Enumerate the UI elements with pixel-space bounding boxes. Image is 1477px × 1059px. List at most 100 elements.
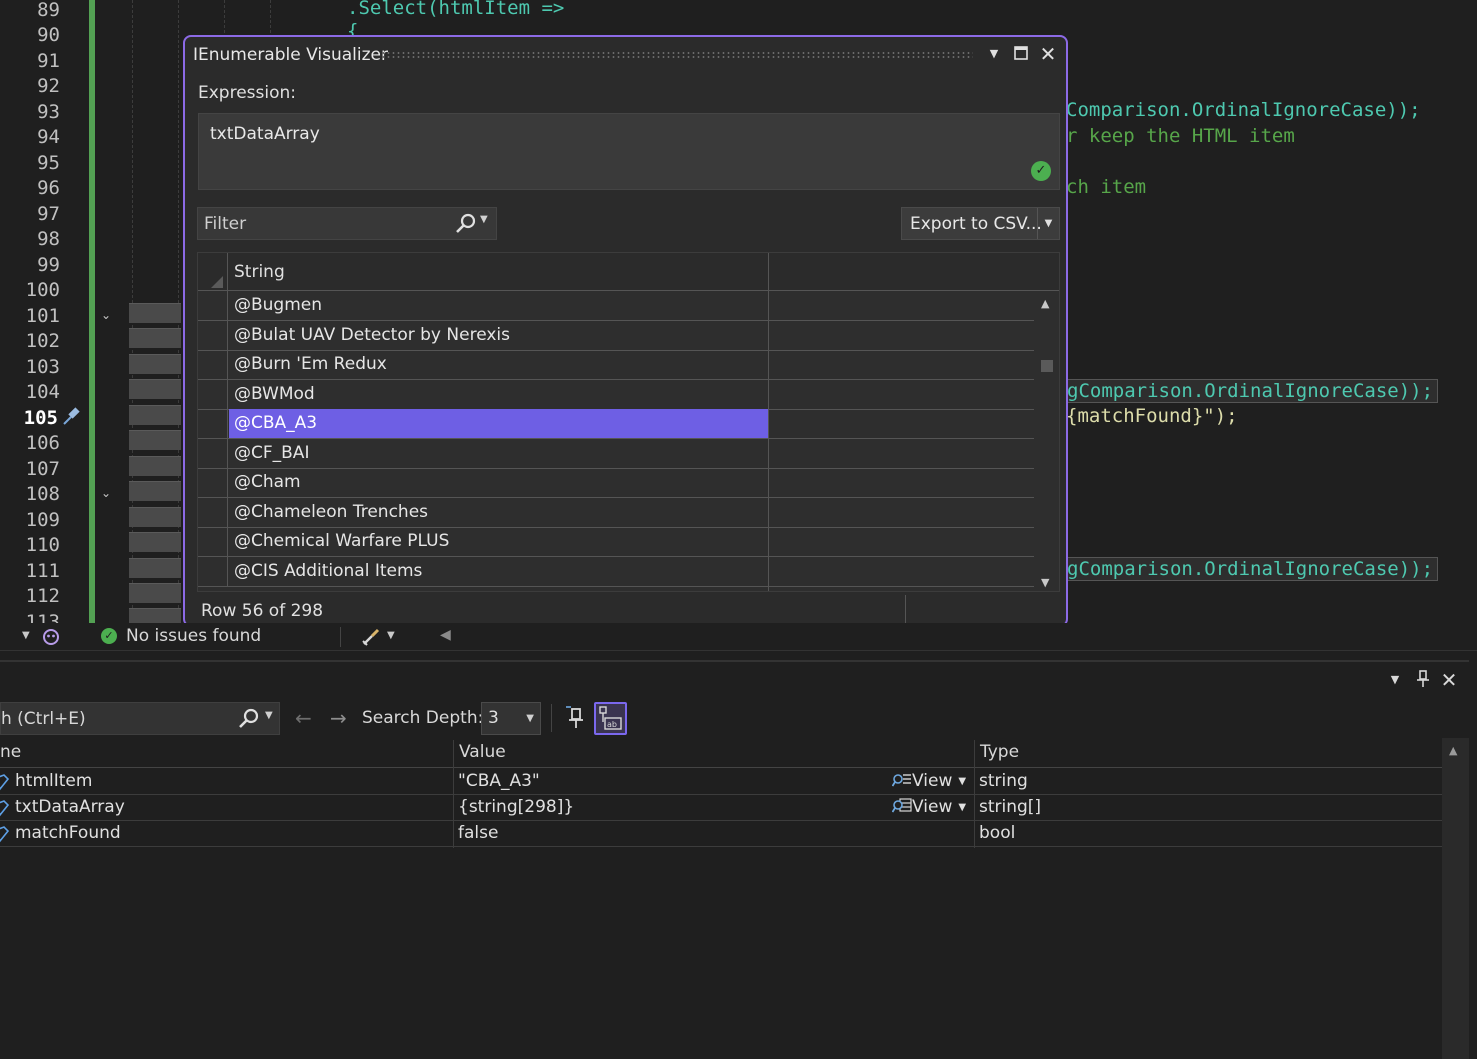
close-icon[interactable]: ✕	[1036, 41, 1060, 67]
search-icon[interactable]	[237, 707, 261, 731]
row-header[interactable]	[198, 291, 228, 320]
cell-value: @CF_BAI	[234, 443, 310, 463]
variable-value[interactable]: "CBA_A3"	[458, 771, 540, 791]
row-header[interactable]	[198, 321, 228, 350]
code-block-marker	[129, 583, 181, 603]
column-header-value[interactable]: Value	[459, 742, 506, 762]
hex-display-toggle-button[interactable]: ab	[594, 702, 627, 735]
chevron-down-icon[interactable]: ⌄	[99, 308, 113, 322]
code-line-111: gComparison.OrdinalIgnoreCase));	[1062, 557, 1439, 581]
copilot-icon[interactable]	[40, 626, 62, 648]
export-to-csv-button[interactable]: Export to CSV... ▼	[901, 207, 1060, 240]
row-header[interactable]	[198, 527, 228, 556]
chevron-down-icon[interactable]: ▼	[1037, 208, 1059, 239]
row-header[interactable]	[198, 409, 228, 438]
expression-value: txtDataArray	[210, 124, 320, 144]
line-number: 97	[37, 203, 60, 225]
table-row[interactable]: @Chameleon Trenches	[198, 498, 1034, 528]
table-row[interactable]: matchFound false bool	[0, 821, 1442, 847]
pin-breakpoint-icon[interactable]	[61, 405, 83, 427]
scroll-left-icon[interactable]: ◀	[440, 627, 451, 643]
table-row[interactable]: @Chemical Warfare PLUS	[198, 527, 1034, 557]
filter-input[interactable]	[204, 212, 444, 236]
issues-status[interactable]: No issues found	[126, 626, 261, 646]
code-block-marker	[129, 405, 181, 425]
code-block-marker	[129, 303, 181, 323]
line-number: 91	[37, 50, 60, 72]
table-row-selected[interactable]: @CBA_A3	[198, 409, 1034, 439]
code-line-105: {matchFound}");	[1066, 405, 1238, 427]
locals-panel[interactable]: ▼ ✕ ▼ ← → Search Depth: 3 ▼ ab ne Value	[0, 660, 1477, 1059]
chevron-down-icon[interactable]: ▼	[526, 713, 534, 724]
code-comment-96: ch item	[1066, 176, 1147, 198]
table-row[interactable]: @CIS Additional Items	[198, 557, 1034, 587]
column-divider[interactable]	[768, 253, 769, 591]
expression-field[interactable]: txtDataArray ✓	[198, 113, 1060, 190]
data-grid[interactable]: String @Bugmen @Bulat UAV Detector by Ne…	[197, 252, 1060, 592]
chevron-down-icon[interactable]: ▼	[387, 630, 395, 641]
row-header[interactable]	[198, 439, 228, 468]
row-header[interactable]	[198, 380, 228, 409]
code-block-marker	[129, 379, 181, 399]
table-row[interactable]: @CF_BAI	[198, 439, 1034, 469]
chevron-down-icon[interactable]: ⌄	[99, 486, 113, 500]
line-number: 103	[25, 356, 60, 378]
chevron-down-icon[interactable]: ▼	[982, 41, 1006, 67]
arrow-right-icon[interactable]: →	[330, 706, 347, 730]
search-input[interactable]	[1, 707, 233, 731]
table-row[interactable]: @BWMod	[198, 380, 1034, 410]
chevron-down-icon[interactable]: ▼	[22, 630, 30, 641]
chevron-down-icon[interactable]: ▼	[958, 802, 966, 813]
cell-value: @BWMod	[234, 384, 315, 404]
column-header-name[interactable]: ne	[0, 742, 21, 762]
cell-value: @Bulat UAV Detector by Nerexis	[234, 325, 510, 345]
pin-icon[interactable]	[1411, 668, 1435, 692]
row-header[interactable]	[198, 498, 228, 527]
hex-display-icon: ab	[599, 706, 622, 730]
view-visualizer-button[interactable]: View ▼	[892, 797, 966, 817]
title-grip[interactable]	[381, 51, 973, 59]
search-icon[interactable]	[454, 212, 478, 236]
ienumerable-visualizer-window[interactable]: IEnumerable Visualizer ▼ ✕ Expression: t…	[183, 35, 1068, 627]
divider	[551, 704, 552, 732]
table-row[interactable]: @Cham	[198, 468, 1034, 498]
row-header[interactable]	[198, 350, 228, 379]
column-header-string[interactable]: String	[234, 262, 285, 282]
row-header[interactable]	[198, 557, 228, 586]
chevron-down-icon[interactable]: ▼	[1383, 668, 1407, 692]
column-header-type[interactable]: Type	[980, 742, 1019, 762]
variable-value[interactable]: false	[458, 823, 498, 843]
vertical-scrollbar[interactable]: ▲ ▼	[1034, 291, 1059, 591]
code-block-marker	[129, 532, 181, 552]
view-visualizer-button[interactable]: View ▼	[892, 771, 966, 791]
arrow-left-icon[interactable]: ←	[295, 706, 312, 730]
row-header[interactable]	[198, 468, 228, 497]
code-comment-94: r keep the HTML item	[1066, 125, 1295, 147]
close-icon[interactable]: ✕	[1437, 668, 1461, 692]
scroll-down-icon[interactable]: ▼	[1041, 576, 1049, 589]
variable-icon	[0, 800, 10, 817]
table-row[interactable]: htmlItem "CBA_A3" View ▼ string	[0, 769, 1442, 795]
chevron-down-icon[interactable]: ▼	[265, 710, 273, 721]
line-number-current: 105	[23, 407, 58, 429]
scroll-up-icon[interactable]: ▲	[1449, 744, 1457, 757]
table-row[interactable]: @Bulat UAV Detector by Nerexis	[198, 321, 1034, 351]
search-depth-select[interactable]: 3 ▼	[481, 702, 541, 735]
table-row[interactable]: @Burn 'Em Redux	[198, 350, 1034, 380]
table-row[interactable]: @Bugmen	[198, 291, 1034, 321]
maximize-icon[interactable]	[1009, 41, 1033, 67]
scroll-up-icon[interactable]: ▲	[1041, 297, 1049, 310]
line-number: 108	[25, 483, 60, 505]
code-cleanup-brush-icon[interactable]	[360, 626, 382, 648]
select-all-corner[interactable]	[198, 253, 228, 291]
chevron-down-icon[interactable]: ▼	[958, 776, 966, 787]
chevron-down-icon[interactable]: ▼	[480, 214, 488, 225]
variable-value[interactable]: {string[298]}	[458, 797, 574, 817]
table-row[interactable]: txtDataArray {string[298]} View ▼ string[…	[0, 795, 1442, 821]
vertical-scrollbar[interactable]: ▲	[1442, 738, 1469, 1059]
change-indicator-bar	[89, 0, 95, 623]
filter-box[interactable]: ▼	[197, 207, 497, 240]
pin-column-icon[interactable]	[562, 704, 590, 732]
search-box[interactable]: ▼	[0, 702, 280, 735]
scroll-thumb[interactable]	[1041, 360, 1053, 372]
